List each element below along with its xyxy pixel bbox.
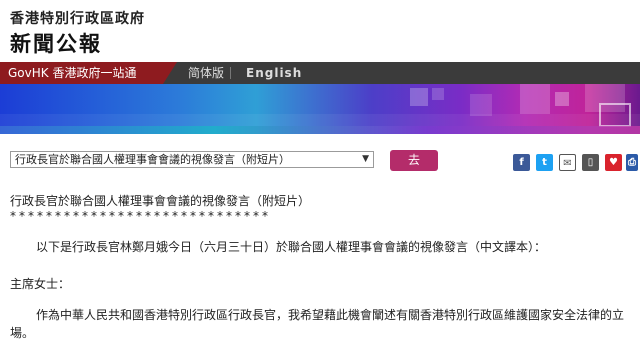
email-icon[interactable]: ✉ xyxy=(559,154,576,171)
article-title: 行政長官於聯合國人權理事會會議的視像發言（附短片） xyxy=(10,194,311,208)
govhk-link[interactable]: GovHK 香港政府一站通 xyxy=(0,62,163,84)
article-intro: 以下是行政長官林鄭月娥今日（六月三十日）於聯合國人權理事會會議的視像發言（中文譯… xyxy=(36,240,547,254)
lang-english-link[interactable]: English xyxy=(246,62,302,84)
print-icon[interactable]: ⎙ xyxy=(626,154,638,171)
go-button[interactable]: 去 xyxy=(390,150,438,171)
chevron-down-icon: ▼ xyxy=(362,154,369,164)
nav-tab-edge xyxy=(163,62,177,84)
facebook-icon[interactable]: f xyxy=(513,154,530,171)
banner-stripe xyxy=(0,126,640,134)
article-select[interactable]: 行政長官於聯合國人權理事會會議的視像發言（附短片） ▼ xyxy=(10,151,374,168)
nav-divider xyxy=(230,67,231,79)
article-salutation: 主席女士： xyxy=(10,277,71,291)
decorative-banner xyxy=(0,84,640,134)
site-header: 香港特別行政區政府 新聞公報 xyxy=(0,0,640,62)
lang-simplified-link[interactable]: 简体版 xyxy=(188,62,224,84)
twitter-icon[interactable]: t xyxy=(536,154,553,171)
bookmark-icon[interactable]: ♥ xyxy=(605,154,622,171)
mobile-icon[interactable]: ▯ xyxy=(582,154,599,171)
article-paragraph: 作為中華人民共和國香港特別行政區行政長官，我希望藉此機會闡述有關香港特別行政區維… xyxy=(10,308,625,340)
title-stars: ***************************** xyxy=(10,209,271,223)
press-release-title: 新聞公報 xyxy=(10,32,102,56)
top-nav: GovHK 香港政府一站通 简体版 English xyxy=(0,62,640,84)
government-name: 香港特別行政區政府 xyxy=(10,11,145,27)
article-select-value: 行政長官於聯合國人權理事會會議的視像發言（附短片） xyxy=(15,153,290,166)
